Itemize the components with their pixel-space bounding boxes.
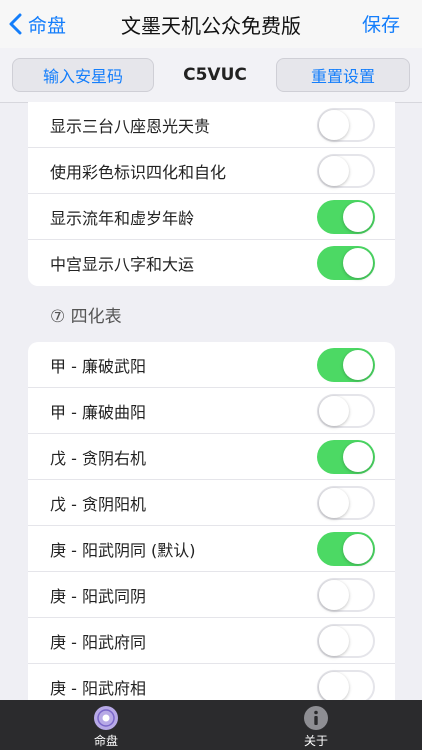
toggle-switch[interactable] — [317, 670, 375, 700]
input-code-button[interactable]: 输入安星码 — [12, 58, 154, 92]
settings-row-label: 庚 - 阳武府相 — [50, 679, 146, 698]
settings-row-label: 甲 - 廉破曲阳 — [50, 402, 146, 422]
tab-home[interactable]: 命盘 — [66, 700, 146, 750]
settings-row-label: 戊 - 贪阴阳机 — [50, 494, 146, 514]
settings-row-label: 使用彩色标识四化和自化 — [50, 162, 227, 182]
settings-row: 显示流年和虚岁年龄 — [28, 194, 395, 240]
settings-scroll[interactable]: 显示三台八座恩光天贵 使用彩色标识四化和自化 显示流年和虚岁年龄 中宫显示八字和大运 … — [28, 102, 395, 700]
settings-group-sihua: 甲 - 廉破武阳甲 - 廉破曲阳戊 - 贪阴右机戊 - 贪阴阳机庚 - 阳武阴同… — [28, 342, 395, 700]
settings-row: 庚 - 阳武府相 — [28, 664, 395, 700]
settings-row-label: 戊 - 贪阴右机 — [50, 448, 146, 468]
toggle-knob — [319, 672, 349, 700]
settings-row-label: 显示三台八座恩光天贵 — [50, 116, 211, 136]
toggle-switch[interactable] — [317, 393, 375, 428]
toggle-knob — [343, 349, 373, 380]
toggle-knob — [343, 441, 373, 472]
settings-row-label: 显示流年和虚岁年龄 — [50, 208, 195, 228]
toggle-knob — [319, 487, 349, 518]
toggle-knob — [319, 155, 349, 186]
settings-row: 庚 - 阳武阴同 (默认) — [28, 526, 395, 572]
settings-group-display: 显示三台八座恩光天贵 使用彩色标识四化和自化 显示流年和虚岁年龄 中宫显示八字和大运 — [28, 102, 395, 286]
reset-settings-button[interactable]: 重置设置 — [276, 58, 410, 92]
settings-row-label: 庚 - 阳武同阴 — [50, 586, 146, 606]
settings-row: 庚 - 阳武同阴 — [28, 572, 395, 618]
settings-row: 戊 - 贪阴右机 — [28, 434, 395, 480]
toggle-switch[interactable] — [317, 347, 375, 382]
tab-about-label: 关于 — [303, 734, 328, 748]
info-icon — [304, 706, 328, 730]
toggle-knob — [319, 625, 349, 656]
code-toolbar: 输入安星码 C5VUC 重置设置 — [0, 48, 422, 103]
toggle-switch[interactable] — [317, 623, 375, 658]
disc-icon — [94, 706, 118, 730]
star-code-label: C5VUC — [183, 65, 247, 85]
settings-row: 甲 - 廉破武阳 — [28, 342, 395, 388]
settings-row: 中宫显示八字和大运 — [28, 240, 395, 286]
toggle-switch[interactable] — [317, 153, 375, 188]
toggle-switch[interactable] — [317, 439, 375, 474]
settings-row: 戊 - 贪阴阳机 — [28, 480, 395, 526]
settings-row-label: 庚 - 阳武阴同 (默认) — [50, 540, 196, 560]
toggle-switch[interactable] — [317, 246, 375, 280]
toggle-knob — [319, 395, 349, 426]
settings-row-label: 庚 - 阳武府同 — [50, 632, 146, 652]
tab-bar: 命盘 关于 — [0, 700, 422, 750]
toggle-switch[interactable] — [317, 577, 375, 612]
toggle-knob — [343, 533, 373, 564]
settings-row: 使用彩色标识四化和自化 — [28, 148, 395, 194]
toggle-knob — [319, 579, 349, 610]
tab-home-label: 命盘 — [93, 734, 118, 748]
settings-row-label: 中宫显示八字和大运 — [50, 255, 195, 274]
toggle-knob — [343, 248, 373, 278]
toggle-knob — [319, 109, 349, 140]
settings-row-label: 甲 - 廉破武阳 — [50, 356, 146, 376]
section-title-sihua: ⑦ 四化表 — [50, 306, 122, 327]
settings-row: 显示三台八座恩光天贵 — [28, 102, 395, 148]
toggle-knob — [343, 201, 373, 232]
page-title: 文墨天机公众免费版 — [121, 14, 301, 38]
toggle-switch[interactable] — [317, 107, 375, 142]
navigation-bar: 命盘 文墨天机公众免费版 保存 — [0, 0, 422, 48]
settings-row: 庚 - 阳武府同 — [28, 618, 395, 664]
toggle-switch[interactable] — [317, 199, 375, 234]
settings-row: 甲 - 廉破曲阳 — [28, 388, 395, 434]
tab-about[interactable]: 关于 — [276, 700, 356, 750]
toggle-switch[interactable] — [317, 531, 375, 566]
toggle-switch[interactable] — [317, 485, 375, 520]
save-button[interactable]: 保存 — [362, 10, 400, 37]
